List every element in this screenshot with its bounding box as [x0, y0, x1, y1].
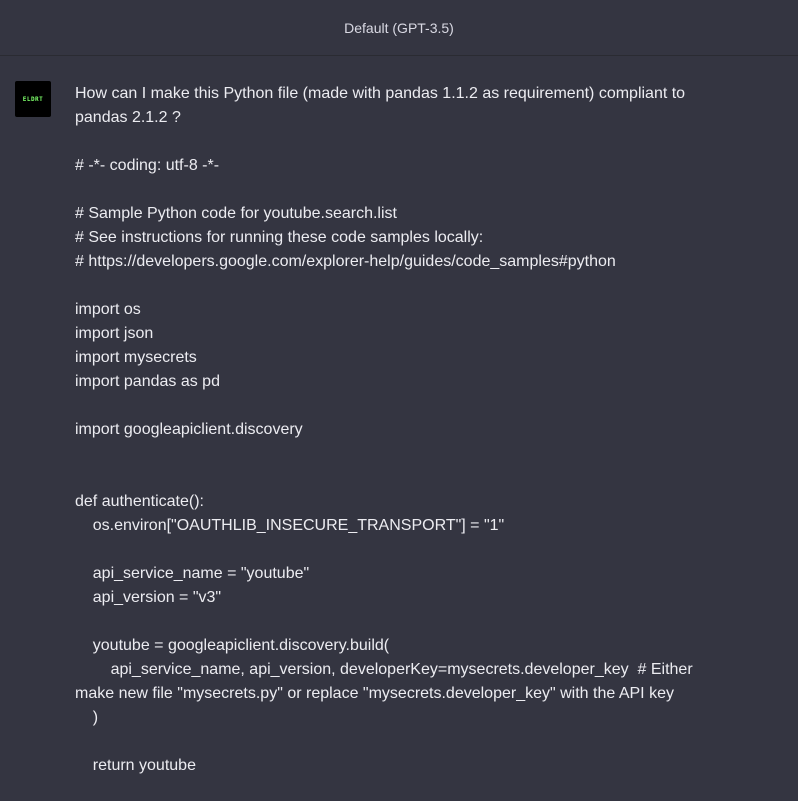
message-line [75, 130, 735, 154]
message-line: How can I make this Python file (made wi… [75, 85, 690, 126]
user-message: ELDRT How can I make this Python file (m… [0, 56, 798, 778]
model-label: Default (GPT-3.5) [344, 19, 454, 36]
message-line: import json [75, 325, 154, 342]
message-line [75, 730, 735, 754]
message-line: api_service_name = "youtube" [75, 565, 310, 582]
message-line [75, 442, 735, 466]
message-line: ) [75, 709, 99, 726]
message-line [75, 538, 735, 562]
message-line: youtube = googleapiclient.discovery.buil… [75, 637, 390, 654]
message-line: import os [75, 301, 141, 318]
message-line: # -*- coding: utf-8 -*- [75, 157, 220, 174]
avatar: ELDRT [15, 81, 51, 117]
message-line: def authenticate(): [75, 493, 204, 510]
message-line [75, 178, 735, 202]
message-line: os.environ["OAUTHLIB_INSECURE_TRANSPORT"… [75, 517, 505, 534]
message-line: import googleapiclient.discovery [75, 421, 303, 438]
message-line: api_service_name, api_version, developer… [75, 661, 698, 702]
message-line [75, 394, 735, 418]
message-line: api_version = "v3" [75, 589, 222, 606]
message-line: # https://developers.google.com/explorer… [75, 253, 616, 270]
message-line: import mysecrets [75, 349, 197, 366]
message-line [75, 466, 735, 490]
message-line: import pandas as pd [75, 373, 220, 390]
model-header[interactable]: Default (GPT-3.5) [0, 0, 798, 56]
message-line: return youtube [75, 757, 196, 774]
message-line: # Sample Python code for youtube.search.… [75, 205, 397, 222]
message-line [75, 274, 735, 298]
message-content: How can I make this Python file (made wi… [75, 82, 735, 778]
message-line: # See instructions for running these cod… [75, 229, 484, 246]
avatar-text: ELDRT [22, 95, 44, 103]
message-line [75, 610, 735, 634]
